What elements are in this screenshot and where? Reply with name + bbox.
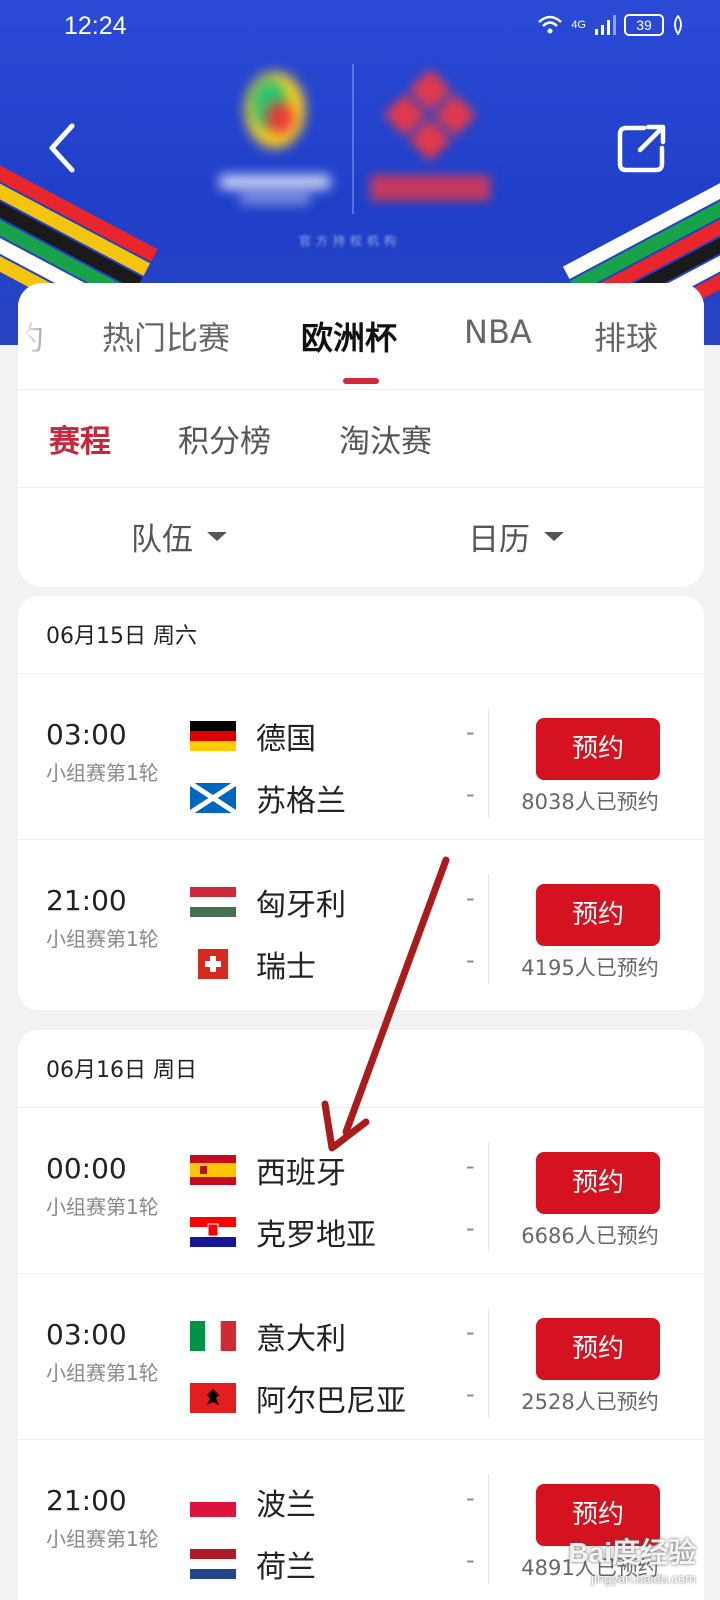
home-team: 匈牙利: [256, 888, 346, 923]
reserve-count: 6686人已预约: [521, 1224, 659, 1248]
tab-nba[interactable]: NBA: [464, 313, 532, 351]
match-round: 小组赛第1轮: [46, 761, 159, 785]
top-tab-bar: 约 热门比赛 欧洲杯 NBA 排球: [18, 283, 704, 389]
tab-standings[interactable]: 积分榜: [178, 416, 271, 461]
reserve-count: 4195人已预约: [521, 956, 659, 980]
team-filter-dropdown[interactable]: 队伍: [131, 514, 227, 559]
away-team: 瑞士: [256, 950, 316, 985]
euro-2024-logo: [220, 72, 330, 203]
match-row[interactable]: 03:00 小组赛第1轮 意大利 阿尔巴尼亚 - - 预约 2528人已预约: [18, 1274, 704, 1440]
reserve-count: 8038人已预约: [521, 790, 659, 814]
filter-bar: 队伍 日历: [18, 487, 704, 587]
status-time: 12:24: [64, 12, 127, 40]
day-card: 06月16日 周日 00:00 小组赛第1轮 西班牙 克罗地亚 - - 预约 6…: [18, 1030, 704, 1600]
watermark-main: Bai度经验: [568, 1537, 696, 1568]
tab-hot-matches[interactable]: 热门比赛: [102, 313, 230, 359]
albania-flag-icon: [190, 1383, 236, 1413]
match-row[interactable]: 03:00 小组赛第1轮 德国 苏格兰 - - 预约 8038人已预约: [18, 674, 704, 840]
switzerland-flag-icon: [190, 949, 236, 979]
match-row[interactable]: 21:00 小组赛第1轮 匈牙利 瑞士 - - 预约 4195人已预约: [18, 840, 704, 1006]
netherlands-flag-icon: [190, 1549, 236, 1579]
match-time: 00:00: [46, 1152, 127, 1185]
match-round: 小组赛第1轮: [46, 1195, 159, 1219]
tab-euro-cup[interactable]: 欧洲杯: [301, 313, 397, 359]
tab-schedule[interactable]: 赛程: [49, 416, 111, 461]
day-date: 06月16日 周日: [18, 1030, 704, 1108]
hero-caption: 官方持权机构: [298, 234, 401, 248]
poland-flag-icon: [190, 1487, 236, 1517]
home-score: -: [466, 718, 475, 746]
back-button[interactable]: [40, 118, 90, 178]
sub-tab-bar: 赛程 积分榜 淘汰赛: [18, 389, 704, 487]
reserve-button[interactable]: 预约: [536, 1152, 660, 1214]
away-team: 苏格兰: [256, 784, 346, 819]
match-time: 21:00: [46, 884, 127, 917]
battery-indicator: 39: [624, 14, 664, 36]
home-score: -: [466, 1484, 475, 1512]
home-team: 意大利: [256, 1322, 346, 1357]
home-score: -: [466, 1318, 475, 1346]
signal-icon: [595, 15, 616, 35]
away-team: 阿尔巴尼亚: [256, 1384, 406, 1419]
watermark-sub: jingyan.baidu.com: [591, 1571, 696, 1586]
away-score: -: [466, 780, 475, 808]
tabs-card: 约 热门比赛 欧洲杯 NBA 排球 赛程 积分榜 淘汰赛 队伍 日历: [18, 283, 704, 587]
reserve-count: 2528人已预约: [521, 1390, 659, 1414]
network-type: 4G: [571, 19, 586, 31]
home-score: -: [466, 1152, 475, 1180]
home-team: 西班牙: [256, 1156, 346, 1191]
active-tab-indicator: [343, 378, 379, 384]
germany-flag-icon: [190, 721, 236, 751]
match-round: 小组赛第1轮: [46, 927, 159, 951]
away-score: -: [466, 1214, 475, 1242]
home-score: -: [466, 884, 475, 912]
away-team: 荷兰: [256, 1550, 316, 1585]
day-card: 06月15日 周六 03:00 小组赛第1轮 德国 苏格兰 - - 预约 803…: [18, 596, 704, 1010]
calendar-filter-dropdown[interactable]: 日历: [468, 514, 564, 559]
cctv-logo: [370, 70, 490, 201]
wifi-icon: [538, 15, 563, 34]
day-date: 06月15日 周六: [18, 596, 704, 674]
caret-down-icon: [544, 532, 564, 541]
calendar-filter-label: 日历: [468, 522, 530, 558]
tab-volleyball[interactable]: 排球: [594, 313, 658, 359]
share-icon: [617, 124, 666, 173]
reserve-button[interactable]: 预约: [536, 718, 660, 780]
caret-down-icon: [207, 532, 227, 541]
away-score: -: [466, 1546, 475, 1574]
croatia-flag-icon: [190, 1217, 236, 1247]
home-team: 德国: [256, 722, 316, 757]
away-score: -: [466, 946, 475, 974]
match-time: 03:00: [46, 718, 127, 751]
match-time: 03:00: [46, 1318, 127, 1351]
share-button[interactable]: [616, 122, 668, 174]
match-row[interactable]: 00:00 小组赛第1轮 西班牙 克罗地亚 - - 预约 6686人已预约: [18, 1108, 704, 1274]
team-filter-label: 队伍: [131, 522, 193, 558]
leaf-icon: [674, 15, 682, 35]
match-round: 小组赛第1轮: [46, 1527, 159, 1551]
scotland-flag-icon: [190, 783, 236, 813]
match-round: 小组赛第1轮: [46, 1361, 159, 1385]
reserve-button[interactable]: 预约: [536, 884, 660, 946]
away-team: 克罗地亚: [256, 1218, 376, 1253]
tab-knockout[interactable]: 淘汰赛: [339, 416, 432, 461]
reserve-button[interactable]: 预约: [536, 1318, 660, 1380]
logo-divider: [352, 64, 354, 214]
status-bar: 12:24 4G 39: [0, 0, 720, 56]
hungary-flag-icon: [190, 887, 236, 917]
away-score: -: [466, 1380, 475, 1408]
italy-flag-icon: [190, 1321, 236, 1351]
home-team: 波兰: [256, 1488, 316, 1523]
baidu-jingyan-watermark: Bai度经验 jingyan.baidu.com: [568, 1531, 696, 1586]
chevron-left-icon: [49, 123, 75, 173]
spain-flag-icon: [190, 1155, 236, 1185]
match-time: 21:00: [46, 1484, 127, 1517]
